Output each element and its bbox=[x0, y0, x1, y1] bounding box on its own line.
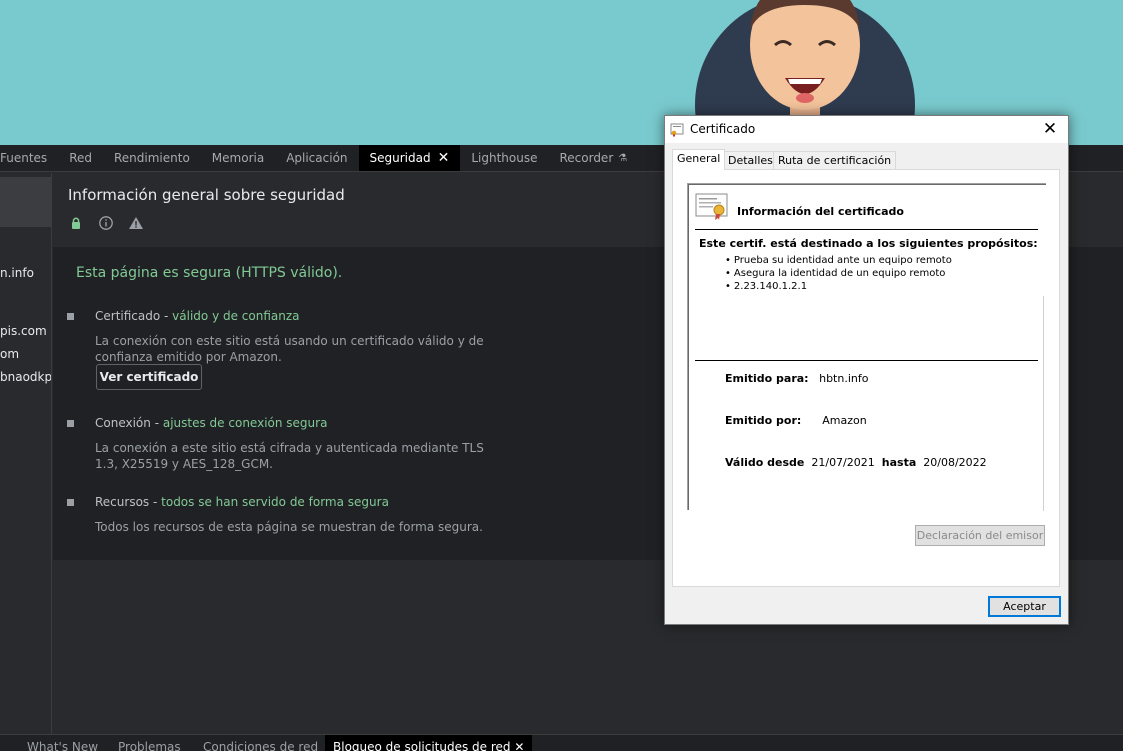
close-icon[interactable]: ✕ bbox=[1040, 119, 1060, 139]
divider bbox=[695, 229, 1038, 230]
tab-aplicacion[interactable]: Aplicación bbox=[275, 145, 358, 171]
section-heading: Certificado - válido y de confianza bbox=[95, 309, 300, 323]
lock-icon bbox=[72, 217, 80, 229]
experiment-flask-icon: ⚗ bbox=[618, 152, 628, 164]
origin-item[interactable]: pis.com bbox=[0, 324, 47, 338]
issued-to-row: Emitido para: hbtn.info bbox=[725, 372, 869, 385]
issued-by-value: Amazon bbox=[822, 414, 867, 427]
issued-by-row: Emitido por: Amazon bbox=[725, 414, 867, 427]
view-certificate-button[interactable]: Ver certificado bbox=[96, 364, 202, 390]
purposes-list: Prueba su identidad ante un equipo remot… bbox=[725, 254, 952, 293]
tab-general[interactable]: General bbox=[672, 149, 726, 170]
section-description: La conexión con este sitio está usando u… bbox=[95, 334, 484, 364]
valid-from-value: 21/07/2021 bbox=[811, 456, 875, 469]
security-state-icons bbox=[68, 215, 144, 231]
dialog-title: Certificado bbox=[690, 122, 756, 136]
section-description: Todos los recursos de esta página se mue… bbox=[95, 520, 483, 534]
ok-button[interactable]: Aceptar bbox=[988, 596, 1061, 617]
origins-sidebar: n.info pis.com om bnaodkpf bbox=[0, 173, 52, 734]
section-bullet-icon bbox=[67, 420, 74, 427]
section-heading: Conexión - ajustes de conexión segura bbox=[95, 416, 328, 430]
list-item: 2.23.140.1.2.1 bbox=[725, 280, 952, 293]
validity-row: Válido desde 21/07/2021 hasta 20/08/2022 bbox=[725, 456, 987, 469]
drawer-tabs: What's New Problemas Condiciones de red … bbox=[0, 734, 1123, 751]
dialog-titlebar[interactable]: Certificado ✕ bbox=[665, 116, 1068, 143]
tab-recorder[interactable]: Recorder ⚗ bbox=[548, 145, 638, 171]
drawer-tab-bloqueo-solicitudes[interactable]: Bloqueo de solicitudes de red ✕ bbox=[325, 735, 533, 751]
list-item: Asegura la identidad de un equipo remoto bbox=[725, 267, 952, 280]
tab-detalles[interactable]: Detalles bbox=[723, 151, 778, 169]
tab-ruta-certificacion[interactable]: Ruta de certificación bbox=[773, 151, 897, 169]
drawer-tab-problemas[interactable]: Problemas bbox=[118, 740, 181, 751]
origin-item[interactable]: bnaodkpf bbox=[0, 370, 51, 384]
certificate-info-box: Información del certificado Este certif.… bbox=[687, 183, 1046, 511]
secure-status-message: Esta página es segura (HTTPS válido). bbox=[76, 265, 343, 281]
certificate-info-title: Información del certificado bbox=[737, 205, 904, 218]
purposes-heading: Este certif. está destinado a los siguie… bbox=[699, 237, 1038, 250]
tab-memoria[interactable]: Memoria bbox=[201, 145, 275, 171]
origin-item[interactable]: n.info bbox=[0, 266, 34, 280]
certificate-dialog: Certificado ✕ General Detalles Ruta de c… bbox=[664, 115, 1069, 625]
certificate-large-icon bbox=[695, 193, 728, 220]
tab-lighthouse[interactable]: Lighthouse bbox=[460, 145, 548, 171]
close-tab-icon[interactable]: ✕ bbox=[438, 150, 450, 166]
tab-seguridad[interactable]: Seguridad ✕ bbox=[358, 145, 461, 171]
drawer-tab-condiciones-de-red[interactable]: Condiciones de red bbox=[203, 740, 318, 751]
issuer-statement-button[interactable]: Declaración del emisor bbox=[915, 525, 1045, 546]
section-bullet-icon bbox=[67, 313, 74, 320]
page-title: Información general sobre seguridad bbox=[68, 186, 345, 204]
certificate-icon bbox=[670, 123, 684, 137]
divider bbox=[695, 360, 1038, 361]
info-icon bbox=[99, 216, 113, 230]
warning-icon bbox=[129, 217, 143, 229]
list-item: Prueba su identidad ante un equipo remot… bbox=[725, 254, 952, 267]
general-tab-page: Información del certificado Este certif.… bbox=[672, 169, 1060, 587]
origin-item[interactable]: om bbox=[0, 347, 19, 361]
tab-fuentes[interactable]: Fuentes bbox=[0, 145, 58, 171]
drawer-tab-whats-new[interactable]: What's New bbox=[27, 740, 98, 751]
tab-red[interactable]: Red bbox=[58, 145, 103, 171]
section-description: La conexión a este sitio está cifrada y … bbox=[95, 441, 484, 471]
overview-item-selected[interactable] bbox=[0, 177, 51, 227]
issued-to-value: hbtn.info bbox=[819, 372, 869, 385]
tab-rendimiento[interactable]: Rendimiento bbox=[103, 145, 201, 171]
close-tab-icon[interactable]: ✕ bbox=[514, 740, 524, 751]
section-heading: Recursos - todos se han servido de forma… bbox=[95, 495, 389, 509]
valid-to-value: 20/08/2022 bbox=[923, 456, 987, 469]
section-bullet-icon bbox=[67, 499, 74, 506]
